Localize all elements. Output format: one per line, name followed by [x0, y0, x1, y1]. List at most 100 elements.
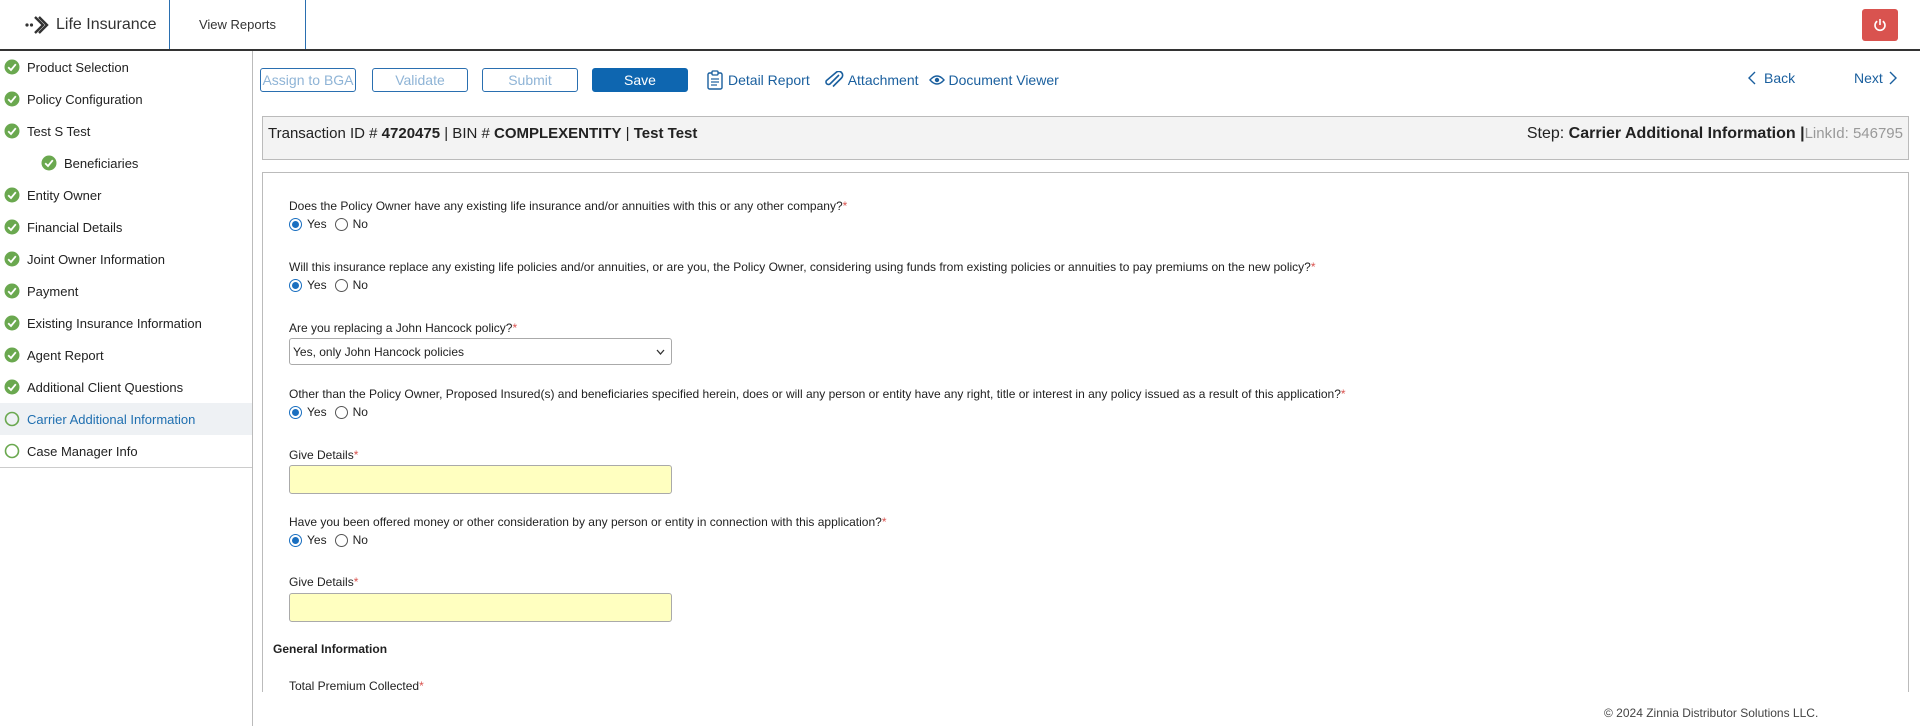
give-details-label-1: Give Details* — [289, 448, 359, 462]
sidebar-steps: Product Selection Policy Configuration Tes… — [0, 51, 252, 468]
document-viewer-link[interactable]: Document Viewer — [928, 72, 1059, 88]
sidebar-item-label: Case Manager Info — [27, 443, 138, 459]
carrier-additional-form: Does the Policy Owner have any existing … — [262, 172, 1909, 692]
sidebar-item-agent-report[interactable]: Agent Report — [0, 339, 252, 371]
third-party-interest-yes-radio[interactable] — [289, 405, 302, 419]
client-name: Test Test — [633, 125, 698, 142]
sidebar-item-existing-insurance-information[interactable]: Existing Insurance Information — [0, 307, 252, 339]
check-circle-icon — [4, 315, 20, 331]
third-party-interest-radios: Yes No — [289, 405, 376, 419]
sidebar-item-label: Entity Owner — [27, 187, 102, 203]
offered-money-no-radio[interactable] — [334, 533, 348, 547]
sidebar-item-payment[interactable]: Payment — [0, 275, 252, 307]
give-details-input-2[interactable] — [289, 593, 672, 622]
sidebar-item-label: Beneficiaries — [64, 155, 139, 171]
brand-title: Life Insurance — [56, 15, 157, 33]
app-header: Life Insurance View Reports — [0, 0, 1920, 51]
yes-label: Yes — [307, 278, 327, 292]
chevron-right-icon — [1889, 71, 1897, 85]
existing-insurance-radios: Yes No — [289, 217, 376, 231]
save-button[interactable]: Save — [592, 68, 688, 92]
transaction-info-bar: Transaction ID # 4720475 | BIN # COMPLEX… — [262, 116, 1909, 160]
back-button[interactable]: Back — [1748, 70, 1795, 86]
check-circle-icon — [4, 59, 20, 75]
total-premium-label: Total Premium Collected* — [289, 679, 424, 692]
sidebar-item-label: Carrier Additional Information — [27, 411, 196, 427]
assign-to-bga-button[interactable]: Assign to BGA — [260, 68, 356, 92]
validate-button[interactable]: Validate — [372, 68, 468, 92]
sidebar-item-label: Financial Details — [27, 219, 123, 235]
yes-label: Yes — [307, 217, 327, 231]
check-circle-icon — [41, 155, 57, 171]
toolbar: Assign to BGA Validate Submit Save Detai… — [260, 68, 1059, 92]
attachment-link[interactable]: Attachment — [822, 71, 919, 89]
document-viewer-label: Document Viewer — [948, 72, 1059, 88]
sidebar-item-case-manager-info[interactable]: Case Manager Info — [0, 435, 252, 467]
bin-prefix: | BIN # — [440, 125, 494, 142]
offered-money-yes-radio[interactable] — [289, 533, 302, 547]
sidebar-item-label: Additional Client Questions — [27, 379, 184, 395]
check-circle-icon — [4, 219, 20, 235]
check-circle-icon — [4, 251, 20, 267]
replacement-no-radio[interactable] — [334, 278, 348, 292]
sidebar-item-policy-configuration[interactable]: Policy Configuration — [0, 83, 252, 115]
back-label: Back — [1764, 70, 1796, 86]
sidebar-item-financial-details[interactable]: Financial Details — [0, 211, 252, 243]
general-information-heading: General Information — [273, 642, 388, 656]
attachment-label: Attachment — [847, 72, 919, 88]
view-reports-link[interactable]: View Reports — [170, 0, 306, 49]
step-prefix: Step: — [1526, 125, 1569, 142]
paperclip-icon — [824, 71, 844, 88]
sidebar-item-joint-owner-information[interactable]: Joint Owner Information — [0, 243, 252, 275]
existing-insurance-yes-radio[interactable] — [289, 217, 302, 231]
brand-logo-icon — [25, 15, 49, 34]
no-label: No — [352, 533, 368, 547]
logout-button[interactable] — [1862, 9, 1898, 41]
bin-value: COMPLEXENTITY — [494, 125, 622, 142]
sidebar-item-beneficiaries[interactable]: Beneficiaries — [0, 147, 252, 179]
submit-button[interactable]: Submit — [482, 68, 578, 92]
check-circle-icon — [4, 123, 20, 139]
existing-insurance-no-radio[interactable] — [334, 217, 348, 231]
brand[interactable]: Life Insurance — [0, 0, 170, 49]
replacing-john-hancock-select[interactable]: Yes, only John Hancock policies — [289, 338, 672, 365]
question-offered-money: Have you been offered money or other con… — [289, 515, 887, 529]
check-circle-icon — [4, 379, 20, 395]
step-summary: Step: Carrier Additional Information |Li… — [1527, 125, 1903, 143]
chevron-down-icon — [656, 349, 665, 355]
detail-report-label: Detail Report — [728, 72, 810, 88]
transaction-prefix: Transaction ID # — [268, 125, 382, 142]
sidebar-item-label: Product Selection — [27, 59, 129, 75]
no-label: No — [352, 217, 368, 231]
yes-label: Yes — [307, 533, 327, 547]
check-circle-icon — [4, 187, 20, 203]
third-party-interest-no-radio[interactable] — [334, 405, 348, 419]
chevron-left-icon — [1748, 71, 1756, 85]
next-label: Next — [1854, 70, 1883, 86]
offered-money-radios: Yes No — [289, 533, 376, 547]
sidebar-item-test-s-test[interactable]: Test S Test — [0, 115, 252, 147]
sidebar-item-label: Test S Test — [27, 123, 91, 139]
empty-circle-icon — [4, 411, 20, 427]
give-details-label-2: Give Details* — [289, 575, 359, 589]
step-name: Carrier Additional Information — [1568, 125, 1796, 142]
detail-report-link[interactable]: Detail Report — [706, 70, 810, 90]
sidebar-item-entity-owner[interactable]: Entity Owner — [0, 179, 252, 211]
question-existing-insurance: Does the Policy Owner have any existing … — [289, 199, 848, 213]
sidebar-item-product-selection[interactable]: Product Selection — [0, 51, 252, 83]
question-replacing-john-hancock: Are you replacing a John Hancock policy?… — [289, 321, 518, 335]
give-details-input-1[interactable] — [289, 465, 672, 494]
sidebar-item-carrier-additional-information[interactable]: Carrier Additional Information — [0, 403, 252, 435]
no-label: No — [352, 405, 368, 419]
separator: | — [621, 125, 634, 142]
replacement-yes-radio[interactable] — [289, 278, 302, 292]
next-button[interactable]: Next — [1854, 70, 1897, 86]
replacement-radios: Yes No — [289, 278, 376, 292]
no-label: No — [352, 278, 368, 292]
yes-label: Yes — [307, 405, 327, 419]
select-value: Yes, only John Hancock policies — [293, 344, 464, 359]
clipboard-icon — [707, 70, 723, 90]
sidebar-item-additional-client-questions[interactable]: Additional Client Questions — [0, 371, 252, 403]
sidebar-item-label: Existing Insurance Information — [27, 315, 202, 331]
eye-icon — [928, 75, 945, 85]
